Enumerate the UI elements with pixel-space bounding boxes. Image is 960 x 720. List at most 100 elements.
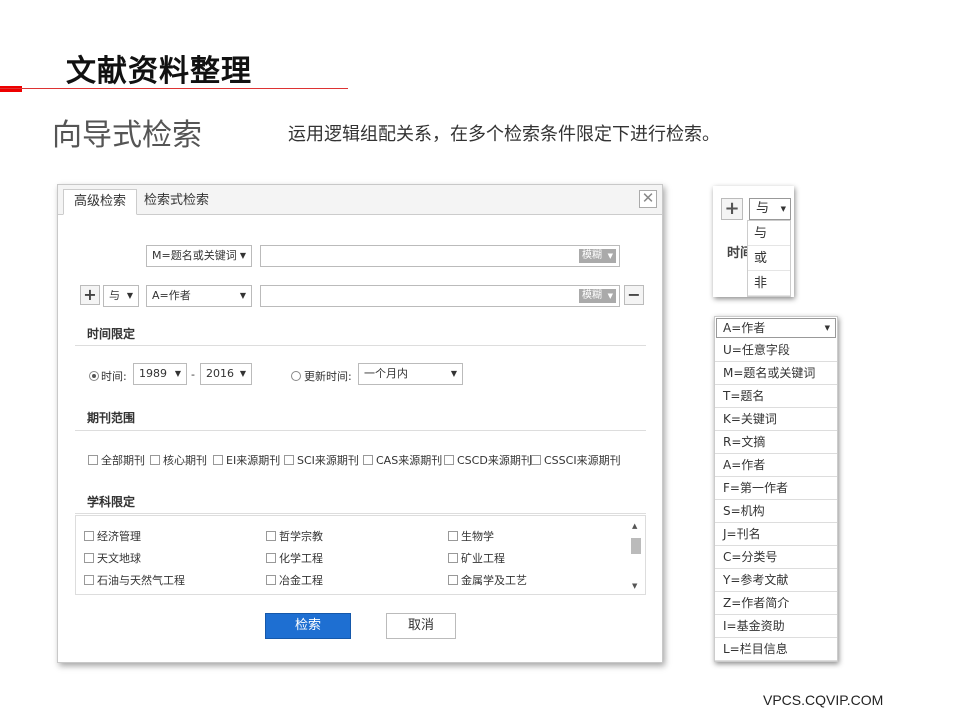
cancel-button[interactable]: 取消 xyxy=(386,613,456,639)
scroll-up-icon[interactable]: ▲ xyxy=(632,522,637,530)
journal-option-label: SCI来源期刊 xyxy=(297,454,359,467)
journal-checkbox[interactable] xyxy=(88,455,98,465)
title-accent-mark xyxy=(0,86,22,92)
subject-checkbox[interactable] xyxy=(448,553,458,563)
journal-checkbox[interactable] xyxy=(150,455,160,465)
search-button[interactable]: 检索 xyxy=(265,613,351,639)
section-divider xyxy=(75,430,646,431)
field-option[interactable]: Z=作者简介 xyxy=(715,592,837,615)
field-dropdown-value: A=作者 xyxy=(723,321,766,335)
chevron-down-icon: ▼ xyxy=(607,292,613,300)
subject-list[interactable]: 经济管理 哲学宗教 生物学 天文地球 化学工程 矿业工程 石油与天然气工程 冶金… xyxy=(75,515,646,595)
field-option[interactable]: U=任意字段 xyxy=(715,339,837,362)
field-option[interactable]: J=刊名 xyxy=(715,523,837,546)
logic-select[interactable]: 与 ▼ xyxy=(749,198,791,220)
search-input-row1[interactable]: 模糊 ▼ xyxy=(260,245,620,267)
journal-checkbox[interactable] xyxy=(531,455,541,465)
chevron-down-icon: ▼ xyxy=(174,369,181,378)
field-option[interactable]: I=基金资助 xyxy=(715,615,837,638)
subject-checkbox[interactable] xyxy=(84,531,94,541)
scroll-down-icon[interactable]: ▼ xyxy=(632,582,637,590)
close-icon[interactable]: ✕ xyxy=(639,190,657,208)
search-input-row2[interactable]: 模糊 ▼ xyxy=(260,285,620,307)
journal-option-label: 全部期刊 xyxy=(101,454,145,467)
subject-option-label: 冶金工程 xyxy=(279,574,323,587)
section-description: 运用逻辑组配关系，在多个检索条件限定下进行检索。 xyxy=(288,124,720,145)
add-row-button[interactable]: + xyxy=(80,285,100,305)
update-time-select[interactable]: 一个月内 ▼ xyxy=(358,363,463,385)
subject-option-label: 天文地球 xyxy=(97,552,141,565)
time-section-label: 时间限定 xyxy=(87,327,136,341)
subject-scrollbar[interactable]: ▲ ▼ xyxy=(630,522,642,590)
field-option[interactable]: R=文摘 xyxy=(715,431,837,454)
tab-advanced-search[interactable]: 高级检索 xyxy=(63,189,138,215)
subject-checkbox[interactable] xyxy=(266,575,276,585)
field-option[interactable]: C=分类号 xyxy=(715,546,837,569)
chevron-down-icon: ▼ xyxy=(126,291,133,300)
logic-option-not[interactable]: 非 xyxy=(748,271,790,296)
subject-checkbox[interactable] xyxy=(84,553,94,563)
update-time-radio[interactable] xyxy=(291,371,301,381)
subject-checkbox[interactable] xyxy=(448,575,458,585)
logic-option-or[interactable]: 或 xyxy=(748,246,790,271)
journal-option-label: CSCD来源期刊 xyxy=(457,454,532,467)
subject-checkbox[interactable] xyxy=(266,531,276,541)
field-select-row2-value: A=作者 xyxy=(152,289,191,302)
field-option[interactable]: Y=参考文献 xyxy=(715,569,837,592)
journal-option-label: EI来源期刊 xyxy=(226,454,281,467)
chevron-down-icon: ▼ xyxy=(239,251,246,260)
field-option[interactable]: S=机构 xyxy=(715,500,837,523)
logic-option-and[interactable]: 与 xyxy=(748,221,790,246)
field-dropdown-select[interactable]: A=作者 ▼ xyxy=(716,318,836,338)
field-option[interactable]: K=关键词 xyxy=(715,408,837,431)
to-year-select[interactable]: 2016 ▼ xyxy=(200,363,252,385)
subject-option-label: 生物学 xyxy=(461,530,494,543)
field-option[interactable]: T=题名 xyxy=(715,385,837,408)
chevron-down-icon: ▼ xyxy=(239,291,246,300)
match-select-row1[interactable]: 模糊 ▼ xyxy=(579,249,616,263)
journal-checkbox[interactable] xyxy=(284,455,294,465)
footer-url: VPCS.CQVIP.COM xyxy=(763,692,884,708)
scroll-thumb[interactable] xyxy=(631,538,641,554)
time-label: 时间: xyxy=(101,370,127,383)
match-select-row2[interactable]: 模糊 ▼ xyxy=(579,289,616,303)
tab-expression-search[interactable]: 检索式检索 xyxy=(134,189,219,215)
subject-checkbox[interactable] xyxy=(266,553,276,563)
field-select-row2[interactable]: A=作者 ▼ xyxy=(146,285,252,307)
remove-row-button[interactable]: − xyxy=(624,285,644,305)
chevron-down-icon: ▼ xyxy=(239,369,246,378)
field-option[interactable]: F=第一作者 xyxy=(715,477,837,500)
journal-checkbox[interactable] xyxy=(363,455,373,465)
journal-checkbox[interactable] xyxy=(444,455,454,465)
logic-dropdown-panel: + 与 ▼ 时间 与 或 非 xyxy=(713,186,794,297)
section-divider xyxy=(75,513,646,514)
subject-checkbox[interactable] xyxy=(84,575,94,585)
section-divider xyxy=(75,345,646,346)
logic-select-value: 与 xyxy=(756,201,770,216)
logic-select-row2[interactable]: 与 ▼ xyxy=(103,285,139,307)
chevron-down-icon: ▼ xyxy=(824,324,830,332)
chevron-down-icon: ▼ xyxy=(607,252,613,260)
field-option[interactable]: L=栏目信息 xyxy=(715,638,837,661)
subject-checkbox[interactable] xyxy=(448,531,458,541)
field-select-row1-value: M=题名或关键词 xyxy=(152,249,237,262)
subject-option-label: 金属学及工艺 xyxy=(461,574,527,587)
chevron-down-icon: ▼ xyxy=(450,369,457,378)
year-range-dash: - xyxy=(191,368,195,381)
field-dropdown-panel: A=作者 ▼ U=任意字段 M=题名或关键词 T=题名 K=关键词 R=文摘 A… xyxy=(714,316,838,662)
subject-section-label: 学科限定 xyxy=(87,495,136,509)
plus-icon[interactable]: + xyxy=(721,198,743,220)
from-year-select[interactable]: 1989 ▼ xyxy=(133,363,187,385)
logic-options-list: 与 或 非 xyxy=(747,220,791,297)
subject-option-label: 哲学宗教 xyxy=(279,530,323,543)
advanced-search-dialog: 高级检索 检索式检索 ✕ M=题名或关键词 ▼ 模糊 ▼ + 与 ▼ A=作者 … xyxy=(57,184,663,663)
field-option[interactable]: A=作者 xyxy=(715,454,837,477)
field-select-row1[interactable]: M=题名或关键词 ▼ xyxy=(146,245,252,267)
time-radio[interactable] xyxy=(89,371,99,381)
subject-option-label: 石油与天然气工程 xyxy=(97,574,185,587)
subject-option-label: 矿业工程 xyxy=(461,552,505,565)
field-option[interactable]: M=题名或关键词 xyxy=(715,362,837,385)
journal-checkbox[interactable] xyxy=(213,455,223,465)
subject-option-label: 经济管理 xyxy=(97,530,141,543)
subject-option-label: 化学工程 xyxy=(279,552,323,565)
